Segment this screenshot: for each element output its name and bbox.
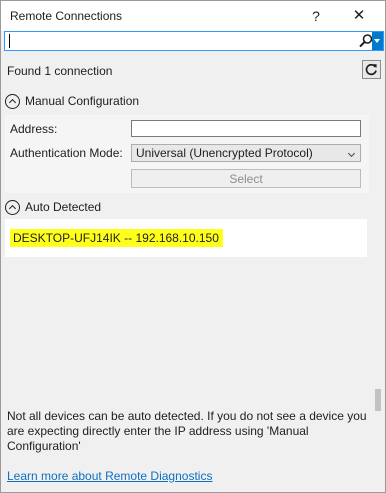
search-input[interactable] xyxy=(7,33,352,49)
manual-configuration-panel: Address: Authentication Mode: Universal … xyxy=(5,115,369,193)
manual-configuration-title: Manual Configuration xyxy=(25,94,140,108)
remote-connections-window: Remote Connections ? ✕ Found 1 connectio… xyxy=(0,0,386,493)
auto-detect-note: Not all devices can be auto detected. If… xyxy=(7,409,367,453)
select-button[interactable]: Select xyxy=(131,169,361,188)
address-field[interactable] xyxy=(131,120,361,137)
help-button[interactable]: ? xyxy=(301,5,331,27)
learn-more-link[interactable]: Learn more about Remote Diagnostics xyxy=(7,469,212,483)
chevron-up-circle-icon[interactable] xyxy=(5,199,20,215)
refresh-icon xyxy=(365,63,377,76)
refresh-button[interactable] xyxy=(362,60,381,79)
title-bar: Remote Connections ? ✕ xyxy=(1,1,385,31)
authentication-mode-label: Authentication Mode: xyxy=(10,146,123,160)
address-label: Address: xyxy=(10,122,58,136)
connection-count-text: Found 1 connection xyxy=(7,64,113,78)
chevron-down-icon xyxy=(347,149,356,158)
auto-detected-header[interactable]: Auto Detected xyxy=(5,197,101,217)
chevron-down-icon[interactable] xyxy=(372,32,383,50)
text-caret xyxy=(9,34,10,48)
close-button[interactable]: ✕ xyxy=(344,5,374,27)
auto-detected-title: Auto Detected xyxy=(25,200,102,214)
device-list-item[interactable]: DESKTOP-UFJ14IK -- 192.168.10.150 xyxy=(10,229,223,247)
manual-configuration-header[interactable]: Manual Configuration xyxy=(5,91,139,111)
scrollbar-thumb[interactable] xyxy=(375,389,381,411)
search-box xyxy=(4,31,384,51)
authentication-mode-value: Universal (Unencrypted Protocol) xyxy=(136,146,313,160)
chevron-up-circle-icon[interactable] xyxy=(5,93,20,109)
authentication-mode-select[interactable]: Universal (Unencrypted Protocol) xyxy=(131,144,361,162)
auto-detected-list: DESKTOP-UFJ14IK -- 192.168.10.150 xyxy=(5,219,367,257)
window-title: Remote Connections xyxy=(10,9,123,23)
